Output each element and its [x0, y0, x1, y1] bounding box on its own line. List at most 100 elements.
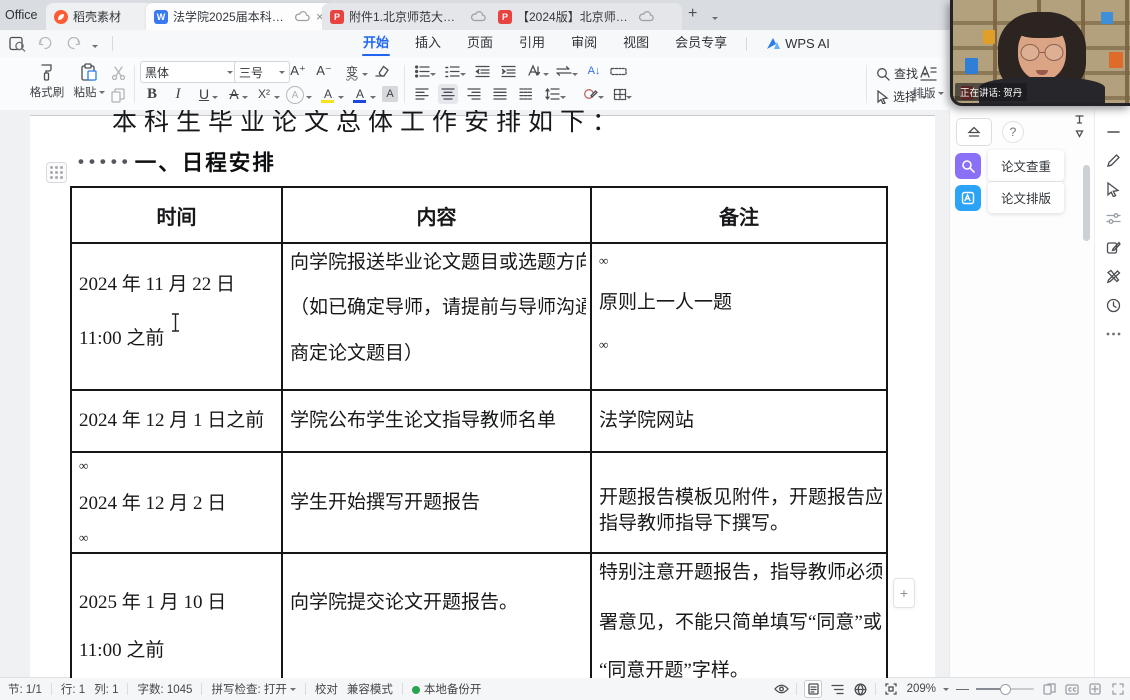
table-move-handle[interactable]: [46, 162, 67, 183]
justify-icon[interactable]: [490, 84, 510, 104]
tab-document-active[interactable]: W 法学院2025届本科生毕业论 ×: [146, 3, 334, 30]
cell-content[interactable]: 学生开始撰写开题报告: [283, 453, 592, 552]
header-cell-remark[interactable]: 备注: [592, 188, 886, 242]
tools-icon[interactable]: [1103, 266, 1123, 286]
numbered-list-icon[interactable]: [442, 61, 462, 81]
office-home-button[interactable]: Office: [5, 8, 37, 22]
cell-remark[interactable]: 法学院网站: [592, 391, 886, 451]
distribute-icon[interactable]: [516, 84, 536, 104]
menu-member[interactable]: 会员专享: [662, 30, 740, 57]
status-local-backup[interactable]: 本地备份开: [412, 681, 482, 697]
shading-icon[interactable]: [580, 84, 600, 104]
highlight-button[interactable]: A: [318, 84, 338, 104]
status-proofread[interactable]: 校对: [315, 681, 338, 697]
paging-icon[interactable]: [1041, 681, 1057, 697]
phonetic-chevron-icon[interactable]: [362, 73, 368, 79]
more-dots-icon[interactable]: [1103, 324, 1123, 344]
status-spellcheck[interactable]: 拼写检查: 打开: [211, 681, 295, 697]
cell-remark[interactable]: 特别注意开题报告，指导教师必须签 署意见，不能只简单填写“同意”或 “同意开题”…: [592, 554, 886, 678]
phonetic-guide-button[interactable]: 变: [342, 61, 362, 81]
document-scrollbar-thumb[interactable]: [1083, 165, 1090, 241]
format-painter-button[interactable]: 格式刷: [28, 60, 66, 100]
cell-time[interactable]: 2025 年 1 月 10 日 11:00 之前: [72, 554, 283, 678]
menu-wps-ai[interactable]: WPS AI: [753, 30, 843, 57]
thesis-check-button[interactable]: 论文查重: [955, 150, 1064, 181]
insert-plus-button[interactable]: +: [893, 578, 915, 608]
strikethrough-button[interactable]: A: [224, 84, 244, 104]
new-page-icon[interactable]: [1087, 681, 1103, 697]
collapse-panel-button[interactable]: [956, 118, 992, 146]
superscript-button[interactable]: X²: [254, 84, 274, 104]
cell-content[interactable]: 向学院提交论文开题报告。: [283, 554, 592, 678]
page-view-icon[interactable]: [804, 680, 822, 698]
new-tab-button[interactable]: +: [688, 5, 697, 23]
help-button[interactable]: ?: [1002, 121, 1024, 143]
align-right-icon[interactable]: [464, 84, 484, 104]
grow-font-button[interactable]: A⁺: [288, 61, 308, 81]
thesis-typeset-button[interactable]: 论文排版: [955, 182, 1064, 213]
menu-reference[interactable]: 引用: [506, 30, 558, 57]
eye-protect-icon[interactable]: [773, 681, 789, 697]
tab-docer[interactable]: 稻壳素材: [46, 3, 158, 30]
web-view-icon[interactable]: [852, 681, 868, 697]
history-clock-icon[interactable]: [1103, 295, 1123, 315]
align-center-icon[interactable]: [438, 84, 458, 104]
cell-content[interactable]: 学院公布学生论文指导教师名单: [283, 391, 592, 451]
line-spacing-icon[interactable]: [542, 84, 562, 104]
tab-pdf-2024[interactable]: P 【2024版】北京师范大学法学院: [490, 3, 682, 30]
undo-icon[interactable]: [34, 34, 56, 53]
cell-remark[interactable]: 开题报告模板见附件，开题报告应在 指导教师指导下撰写。: [592, 453, 886, 552]
font-name-select[interactable]: 黑体: [140, 61, 238, 83]
menu-insert[interactable]: 插入: [402, 30, 454, 57]
enclose-char-button[interactable]: A: [286, 86, 304, 104]
header-cell-time[interactable]: 时间: [72, 188, 283, 242]
menu-view[interactable]: 视图: [610, 30, 662, 57]
sign-document-icon[interactable]: [1103, 237, 1123, 257]
cell-content[interactable]: 向学院报送毕业论文题目或选题方向 （如已确定导师，请提前与导师沟通 商定论文题目…: [283, 244, 592, 389]
char-shading-button[interactable]: A: [382, 86, 398, 102]
redo-icon[interactable]: [62, 34, 84, 53]
select-cursor-icon[interactable]: [1103, 179, 1123, 199]
save-preview-icon[interactable]: [6, 34, 28, 53]
tab-pdf-attachment1[interactable]: P 附件1.北京师范大学本科生毕业: [322, 3, 502, 30]
pen-edit-icon[interactable]: [1103, 150, 1123, 170]
menu-home[interactable]: 开始: [350, 30, 402, 57]
char-scale-icon[interactable]: [554, 61, 574, 81]
cell-time[interactable]: 2024 年 12 月 1 日之前: [72, 391, 283, 451]
cell-time[interactable]: ∞ 2024 年 12 月 2 日 ∞: [72, 453, 283, 552]
shrink-font-button[interactable]: A⁻: [314, 61, 334, 81]
qat-more-chevron-icon[interactable]: [92, 45, 98, 51]
status-compat-mode[interactable]: 兼容模式: [347, 681, 393, 697]
bold-button[interactable]: B: [142, 84, 162, 104]
menu-page[interactable]: 页面: [454, 30, 506, 57]
cell-remark[interactable]: ∞ 原则上一人一题 ∞: [592, 244, 886, 389]
increase-indent-icon[interactable]: [498, 61, 518, 81]
webcam-overlay[interactable]: 正在讲话: 贺丹: [950, 0, 1130, 106]
ruler-icon[interactable]: [608, 61, 628, 81]
menu-review[interactable]: 审阅: [558, 30, 610, 57]
document-canvas[interactable]: 本科生毕业论文总体工作安排如下： ••••• 一、日程安排 时间 内容 备注 2…: [0, 110, 949, 678]
zoom-slider[interactable]: [976, 688, 1034, 690]
sort-icon[interactable]: A↓: [584, 61, 604, 81]
status-word-count[interactable]: 字数: 1045: [137, 681, 192, 697]
adjust-sliders-icon[interactable]: [1103, 208, 1123, 228]
cut-icon[interactable]: [108, 63, 128, 83]
pin-icon[interactable]: [1075, 115, 1084, 124]
header-cell-content[interactable]: 内容: [283, 188, 592, 242]
outline-view-icon[interactable]: [829, 681, 845, 697]
fullscreen-icon[interactable]: [1110, 681, 1126, 697]
zoom-out-icon[interactable]: —: [956, 681, 969, 696]
zoom-slider-knob[interactable]: [1000, 684, 1011, 695]
caption-cc-icon[interactable]: [1064, 681, 1080, 697]
fit-selection-icon[interactable]: [883, 681, 899, 697]
italic-button[interactable]: I: [168, 84, 188, 104]
text-direction-icon[interactable]: [524, 61, 544, 81]
collapse-icon[interactable]: [1103, 122, 1123, 142]
zoom-chevron-icon[interactable]: [943, 688, 949, 694]
zoom-level[interactable]: 209%: [906, 683, 936, 695]
bullet-list-icon[interactable]: [412, 61, 432, 81]
paste-button[interactable]: 粘贴: [70, 60, 108, 100]
typeset-button[interactable]: 排版: [908, 61, 948, 101]
align-left-icon[interactable]: [412, 84, 432, 104]
font-size-select[interactable]: 三号: [234, 61, 290, 83]
